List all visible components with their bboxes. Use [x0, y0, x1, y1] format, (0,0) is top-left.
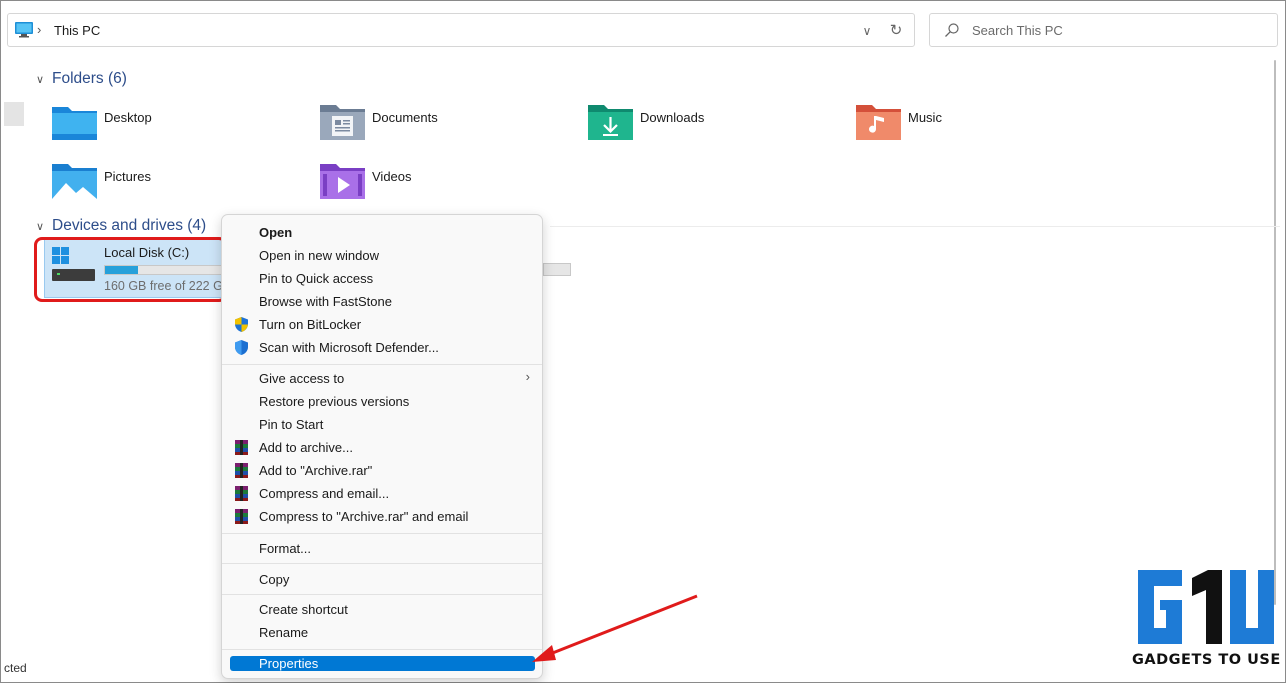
watermark-text: GADGETS TO USE [1132, 652, 1281, 668]
status-bar-text: cted [4, 661, 27, 675]
gadgets-to-use-logo [1138, 570, 1274, 644]
gadgets-to-use-watermark: GADGETS TO USE [1130, 570, 1280, 675]
annotation-arrow-icon [532, 594, 698, 662]
